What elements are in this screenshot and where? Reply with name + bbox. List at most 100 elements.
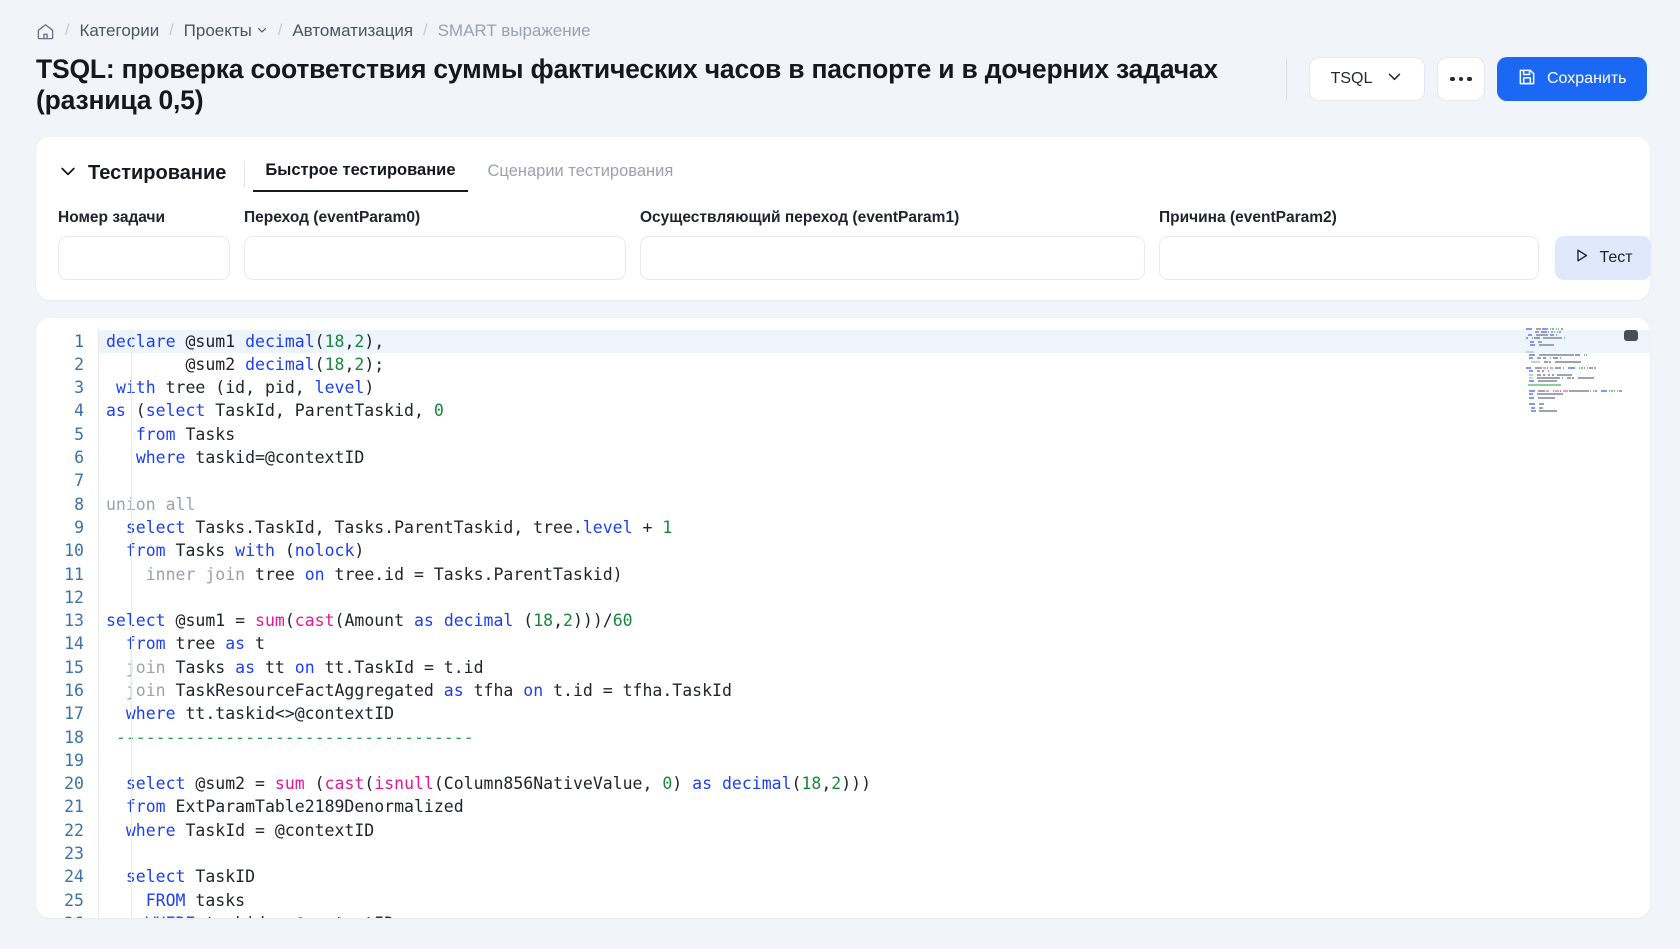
editor-line-number: 23 bbox=[64, 844, 84, 864]
editor-code-line[interactable]: select TaskID bbox=[106, 865, 1650, 888]
chevron-down-icon bbox=[58, 161, 78, 187]
event-param0-input[interactable] bbox=[244, 235, 626, 280]
testing-tabs-row: Тестирование Быстрое тестирование Сценар… bbox=[58, 155, 1628, 193]
editor-line-number: 22 bbox=[64, 820, 84, 840]
editor-code-line[interactable]: with tree (id, pid, level) bbox=[106, 376, 1650, 399]
chevron-down-icon[interactable] bbox=[256, 21, 268, 41]
editor-line-number: 1 bbox=[74, 331, 84, 351]
editor-line-number: 26 bbox=[36, 912, 84, 918]
editor-line-number: 21 bbox=[64, 797, 84, 817]
editor-line-number: 16 bbox=[64, 680, 84, 700]
editor-line-number: 11 bbox=[64, 564, 84, 584]
header-divider bbox=[1286, 59, 1287, 99]
field-event-param0: Переход (eventParam0) bbox=[244, 209, 626, 280]
language-select[interactable]: TSQL bbox=[1309, 57, 1425, 101]
editor-code-line[interactable]: from Tasks bbox=[106, 423, 1650, 446]
editor-line-number: 25 bbox=[64, 890, 84, 910]
editor-code-line[interactable]: as (select TaskId, ParentTaskid, 0 bbox=[106, 399, 1650, 422]
editor-line-number: 10 bbox=[64, 541, 84, 561]
editor-code-line[interactable]: declare @sum1 decimal(18,2), bbox=[98, 329, 1650, 353]
editor-code-line[interactable]: join Tasks as tt on tt.TaskId = t.id bbox=[106, 656, 1650, 679]
event-param2-input[interactable] bbox=[1159, 235, 1539, 280]
editor-code-line[interactable]: where tt.taskid<>@contextID bbox=[106, 702, 1650, 725]
more-options-button[interactable] bbox=[1437, 57, 1485, 101]
breadcrumb-item-categories[interactable]: Категории bbox=[79, 21, 159, 41]
editor-code-line[interactable]: from tree as t bbox=[106, 632, 1650, 655]
breadcrumb-separator: / bbox=[423, 22, 428, 39]
event-param1-input[interactable] bbox=[640, 235, 1145, 280]
editor-code-line[interactable]: select Tasks.TaskId, Tasks.ParentTaskid,… bbox=[106, 516, 1650, 539]
ellipsis-icon bbox=[1467, 76, 1472, 82]
editor-code-line[interactable] bbox=[106, 586, 1650, 609]
editor-line-number: 24 bbox=[64, 867, 84, 887]
run-test-button[interactable]: Тест bbox=[1555, 235, 1651, 280]
editor-line-number: 18 bbox=[64, 727, 84, 747]
editor-line-number: 9 bbox=[74, 517, 84, 537]
editor-line-number: 20 bbox=[64, 774, 84, 794]
breadcrumb-item-projects[interactable]: Проекты bbox=[184, 21, 268, 42]
testing-fields: Номер задачи Переход (eventParam0) Осуще… bbox=[58, 209, 1651, 280]
breadcrumb-item-automation[interactable]: Автоматизация bbox=[292, 21, 413, 41]
field-event-param1: Осуществляющий переход (eventParam1) bbox=[640, 209, 1145, 280]
editor-code-line[interactable]: @sum2 decimal(18,2); bbox=[106, 353, 1650, 376]
editor-code-line[interactable]: from ExtParamTable2189Denormalized bbox=[106, 795, 1650, 818]
editor-code-line[interactable] bbox=[106, 469, 1650, 492]
run-test-button-label: Тест bbox=[1599, 248, 1633, 266]
testing-panel: Тестирование Быстрое тестирование Сценар… bbox=[36, 136, 1651, 300]
editor-code-line[interactable]: where TaskId = @contextID bbox=[106, 819, 1650, 842]
editor-line-numbers: 1 2 3 4 5 6 7 8 9 10 11 12 13 14 15 16 17 18 19 20 21 22 23 24 2… bbox=[36, 330, 98, 918]
editor-code-line[interactable]: union all bbox=[106, 493, 1650, 516]
editor-line-number: 8 bbox=[74, 494, 84, 514]
breadcrumb-separator: / bbox=[277, 22, 283, 39]
editor-line-number: 3 bbox=[74, 378, 84, 398]
breadcrumb-separator: / bbox=[65, 22, 70, 39]
tabs-divider bbox=[244, 160, 246, 187]
editor-line-number: 2 bbox=[74, 354, 84, 374]
testing-collapse-toggle[interactable]: Тестирование bbox=[58, 161, 244, 187]
editor-code-line[interactable]: from Tasks with (nolock) bbox=[106, 539, 1650, 562]
editor-code-line[interactable]: select @sum1 = sum(cast(Amount as decima… bbox=[106, 609, 1650, 632]
testing-section-title: Тестирование bbox=[88, 162, 227, 185]
editor-line-number: 14 bbox=[64, 634, 84, 654]
breadcrumb-item-smart-expression: SMART выражение bbox=[437, 21, 591, 40]
tab-test-scenarios[interactable]: Сценарии тестирования bbox=[476, 156, 686, 191]
editor-line-number: 13 bbox=[64, 611, 84, 631]
editor-code-line[interactable] bbox=[106, 749, 1650, 772]
editor-line-number: 6 bbox=[74, 448, 84, 468]
editor-code-line[interactable]: ------------------------------------ bbox=[106, 726, 1650, 749]
code-editor[interactable]: 1 2 3 4 5 6 7 8 9 10 11 12 13 14 15 16 17 18 19 20 21 22 23 24 2… bbox=[36, 317, 1650, 918]
ellipsis-icon bbox=[1450, 76, 1455, 82]
editor-code-line[interactable]: WHERE taskid = @contextID bbox=[106, 912, 1650, 918]
editor-line-number: 7 bbox=[74, 471, 84, 491]
chevron-down-icon bbox=[1386, 68, 1403, 90]
editor-line-number: 5 bbox=[74, 424, 84, 444]
editor-code-line[interactable]: FROM tasks bbox=[106, 889, 1650, 912]
editor-code-line[interactable]: inner join tree on tree.id = Tasks.Paren… bbox=[106, 563, 1650, 586]
field-label: Осуществляющий переход (eventParam1) bbox=[640, 208, 960, 226]
task-number-input[interactable] bbox=[58, 235, 230, 280]
breadcrumb: / Категории / Проекты / Автоматизация / … bbox=[0, 0, 1680, 40]
editor-code-line[interactable]: select @sum2 = sum (cast(isnull(Column85… bbox=[106, 772, 1650, 795]
editor-line-number: 15 bbox=[64, 657, 84, 677]
field-task-number: Номер задачи bbox=[58, 209, 230, 280]
editor-code-line[interactable]: join TaskResourceFactAggregated as tfha … bbox=[106, 679, 1650, 702]
language-select-value: TSQL bbox=[1330, 70, 1373, 87]
header-actions: TSQL Сохранить bbox=[1286, 54, 1647, 101]
breadcrumb-separator: / bbox=[169, 22, 174, 39]
editor-code-line[interactable] bbox=[106, 842, 1650, 865]
editor-line-number: 12 bbox=[64, 587, 84, 607]
play-icon bbox=[1573, 247, 1590, 269]
editor-code-line[interactable]: where taskid=@contextID bbox=[106, 446, 1650, 469]
save-button[interactable]: Сохранить bbox=[1497, 57, 1647, 101]
field-label: Номер задачи bbox=[58, 208, 166, 226]
editor-line-number: 17 bbox=[64, 704, 84, 724]
page-header: TSQL: проверка соответствия суммы фактич… bbox=[0, 40, 1680, 117]
home-icon[interactable] bbox=[36, 22, 55, 41]
save-button-label: Сохранить bbox=[1547, 70, 1627, 87]
tab-quick-testing[interactable]: Быстрое тестирование bbox=[253, 155, 468, 193]
editor-code-area[interactable]: declare @sum1 decimal(18,2), @sum2 decim… bbox=[98, 329, 1650, 918]
editor-scrollbar[interactable] bbox=[1624, 318, 1644, 918]
editor-line-number: 19 bbox=[64, 750, 84, 770]
field-label: Переход (eventParam0) bbox=[244, 208, 421, 226]
editor-scrollbar-thumb[interactable] bbox=[1624, 329, 1638, 341]
